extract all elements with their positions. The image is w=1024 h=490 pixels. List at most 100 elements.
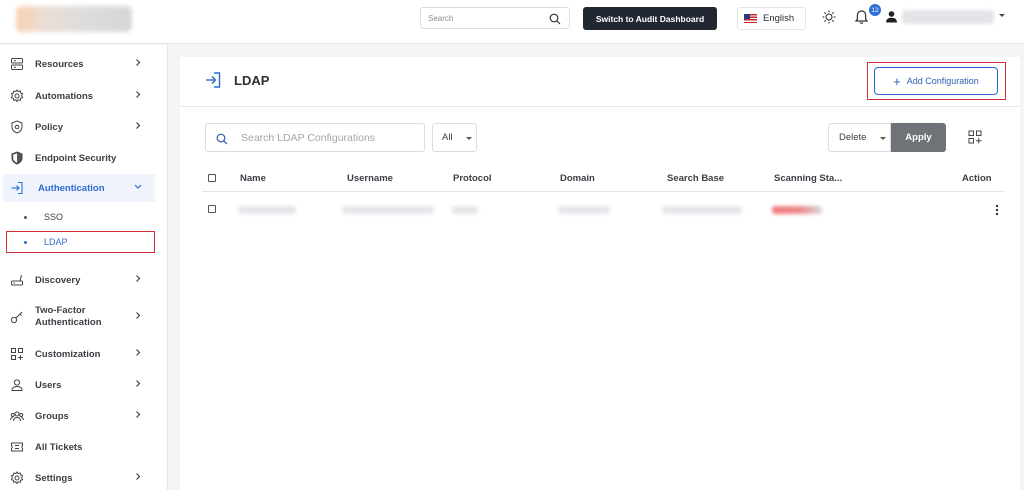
sidebar-item-label: Customization bbox=[35, 348, 101, 360]
chevron-right-icon bbox=[134, 122, 142, 133]
sidebar-item-label: Settings bbox=[35, 472, 73, 484]
user-avatar-icon[interactable] bbox=[885, 10, 898, 28]
cell-scanning-status bbox=[772, 206, 822, 214]
sidebar-item-label: All Tickets bbox=[35, 441, 83, 453]
sidebar-item-resources[interactable]: Resources bbox=[0, 50, 168, 78]
search-icon[interactable] bbox=[549, 12, 561, 30]
language-selector[interactable]: English bbox=[737, 7, 806, 30]
sidebar-item-endpoint-security[interactable]: Endpoint Security bbox=[0, 144, 168, 172]
cell-name bbox=[238, 206, 296, 214]
sidebar-item-label: Automations bbox=[35, 90, 94, 102]
chevron-right-icon bbox=[134, 473, 142, 484]
row-checkbox[interactable] bbox=[208, 205, 216, 213]
sidebar-item-label: Authentication bbox=[38, 182, 105, 194]
sidebar-item-label: Policy bbox=[35, 121, 63, 133]
global-search[interactable] bbox=[420, 7, 570, 29]
cell-username bbox=[342, 206, 434, 214]
sidebar-subitem-label: LDAP bbox=[44, 237, 68, 247]
user-menu-caret-icon[interactable] bbox=[999, 14, 1005, 17]
group-icon bbox=[10, 409, 24, 423]
chevron-right-icon bbox=[134, 59, 142, 70]
add-configuration-label: Add Configuration bbox=[906, 76, 979, 86]
chevron-right-icon bbox=[134, 411, 142, 422]
sign-in-icon bbox=[204, 71, 222, 94]
sidebar-subitem-ldap[interactable]: LDAP bbox=[6, 231, 155, 253]
chevron-right-icon bbox=[134, 380, 142, 391]
policy-shield-icon bbox=[10, 120, 24, 134]
language-label: English bbox=[763, 13, 795, 24]
user-name[interactable] bbox=[902, 10, 994, 24]
sidebar-item-label: Discovery bbox=[35, 274, 81, 286]
column-header-scanning-status[interactable]: Scanning Sta... bbox=[774, 173, 842, 184]
more-actions-icon[interactable] bbox=[995, 203, 999, 221]
sidebar-item-settings[interactable]: Settings bbox=[0, 464, 168, 490]
chevron-down-icon bbox=[134, 183, 142, 194]
bullet-icon bbox=[24, 240, 27, 244]
column-settings-icon[interactable] bbox=[968, 130, 982, 149]
user-icon bbox=[10, 378, 24, 392]
shield-icon bbox=[10, 151, 24, 165]
sidebar-item-label: Resources bbox=[35, 58, 84, 70]
server-icon bbox=[10, 57, 24, 71]
bulk-action-value: Delete bbox=[839, 132, 867, 143]
notification-badge: 12 bbox=[869, 4, 881, 16]
dropdown-caret-icon bbox=[466, 137, 472, 140]
sidebar-item-label: Groups bbox=[35, 410, 69, 422]
column-header-username[interactable]: Username bbox=[347, 173, 393, 184]
dropdown-caret-icon bbox=[880, 137, 886, 140]
cell-search-base bbox=[662, 206, 742, 214]
config-search[interactable] bbox=[205, 123, 425, 152]
column-header-name[interactable]: Name bbox=[240, 173, 266, 184]
sidebar-item-label: Users bbox=[35, 379, 62, 391]
main-panel: LDAP + Add Configuration All Delete Appl… bbox=[180, 57, 1020, 490]
sidebar: Resources Automations Policy Endpoint Se… bbox=[0, 45, 168, 490]
plus-icon: + bbox=[893, 73, 901, 89]
sidebar-item-automations[interactable]: Automations bbox=[0, 82, 168, 110]
sidebar-item-authentication[interactable]: Authentication bbox=[3, 174, 155, 202]
bell-icon[interactable] bbox=[854, 9, 869, 30]
settings-icon bbox=[10, 471, 24, 485]
sidebar-subitem-label: SSO bbox=[44, 212, 64, 222]
key-icon bbox=[10, 310, 24, 324]
sidebar-item-customization[interactable]: Customization bbox=[0, 340, 168, 368]
table-row[interactable] bbox=[202, 197, 1005, 225]
column-header-protocol[interactable]: Protocol bbox=[453, 173, 492, 184]
bulk-action-select[interactable]: Delete bbox=[828, 123, 891, 152]
theme-toggle-icon[interactable] bbox=[822, 10, 836, 29]
us-flag-icon bbox=[744, 14, 757, 23]
column-header-search-base[interactable]: Search Base bbox=[667, 173, 724, 184]
config-search-input[interactable] bbox=[241, 129, 416, 147]
search-icon bbox=[216, 132, 228, 150]
sidebar-item-policy[interactable]: Policy bbox=[0, 113, 168, 141]
sidebar-subitem-sso[interactable]: SSO bbox=[0, 206, 168, 228]
page-header: LDAP + Add Configuration bbox=[180, 57, 1020, 107]
sidebar-item-users[interactable]: Users bbox=[0, 371, 168, 399]
sidebar-item-label: Two-Factor Authentication bbox=[35, 305, 102, 328]
customize-icon bbox=[10, 347, 24, 361]
page-title: LDAP bbox=[234, 73, 270, 88]
column-header-action: Action bbox=[962, 173, 992, 184]
bullet-icon bbox=[24, 215, 27, 219]
sign-in-icon bbox=[10, 181, 24, 195]
gear-icon bbox=[10, 89, 24, 103]
global-search-input[interactable] bbox=[428, 8, 548, 29]
column-header-domain[interactable]: Domain bbox=[560, 173, 595, 184]
select-all-checkbox[interactable] bbox=[208, 174, 216, 182]
add-configuration-button[interactable]: + Add Configuration bbox=[874, 67, 998, 95]
cell-domain bbox=[558, 206, 610, 214]
chevron-right-icon bbox=[134, 312, 142, 323]
chevron-right-icon bbox=[134, 349, 142, 360]
switch-audit-dashboard-button[interactable]: Switch to Audit Dashboard bbox=[583, 7, 717, 30]
logo bbox=[16, 6, 132, 32]
router-icon bbox=[10, 273, 24, 287]
filter-select[interactable]: All bbox=[432, 123, 477, 152]
ticket-icon bbox=[10, 440, 24, 454]
sidebar-item-two-factor-authentication[interactable]: Two-Factor Authentication bbox=[0, 301, 168, 333]
sidebar-item-discovery[interactable]: Discovery bbox=[0, 266, 168, 294]
filter-value: All bbox=[442, 132, 453, 143]
sidebar-item-all-tickets[interactable]: All Tickets bbox=[0, 433, 168, 461]
chevron-right-icon bbox=[134, 275, 142, 286]
sidebar-item-groups[interactable]: Groups bbox=[0, 402, 168, 430]
sidebar-item-label: Endpoint Security bbox=[35, 152, 117, 164]
apply-button[interactable]: Apply bbox=[891, 123, 946, 152]
